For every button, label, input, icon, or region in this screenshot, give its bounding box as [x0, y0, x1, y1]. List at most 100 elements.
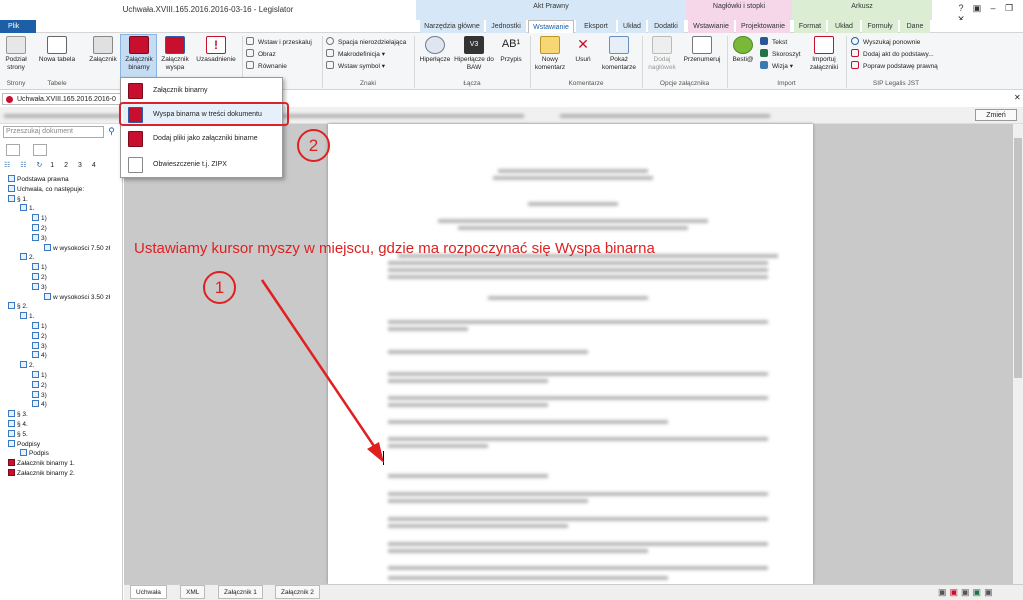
bottom-tab-xml[interactable]: XML: [180, 585, 206, 599]
tab-formuly[interactable]: Formuły: [862, 20, 898, 33]
search-icon[interactable]: ⚲: [105, 126, 118, 138]
ribbon-display-icon[interactable]: ▣: [969, 3, 985, 14]
dodaj-akt-button[interactable]: Dodaj akt do podstawy...: [851, 49, 938, 61]
document-tab[interactable]: Uchwała.XVIII.165.2016.2016-0: [2, 93, 121, 105]
view-pages-icon[interactable]: [33, 144, 47, 156]
tree-item[interactable]: 2): [32, 380, 47, 390]
obraz-button[interactable]: Obraz: [246, 49, 312, 61]
bottom-tab-zalacznik-1[interactable]: Załącznik 1: [218, 585, 263, 599]
help-icon[interactable]: ?: [953, 3, 969, 13]
tree-item[interactable]: Podpis: [20, 449, 49, 458]
rownanie-button[interactable]: Równanie: [246, 61, 312, 73]
zalacznik-binarny-button[interactable]: Załącznik binarny: [121, 36, 157, 72]
dropdown-item-zalacznik-binarny[interactable]: Załącznik binarny: [123, 80, 281, 102]
tree-item[interactable]: 2): [32, 224, 47, 233]
podzial-strony-button[interactable]: Podział strony: [2, 36, 30, 72]
zalacznik-wyspa-button[interactable]: Załącznik wyspa: [158, 36, 192, 72]
tree-item[interactable]: 1): [32, 214, 47, 223]
tree-item[interactable]: 1): [32, 322, 47, 331]
zalacznik-button[interactable]: Załącznik: [86, 36, 120, 64]
level-2[interactable]: 2: [64, 162, 68, 169]
przypis-button[interactable]: AB¹ Przypis: [497, 36, 525, 64]
besti-button[interactable]: Besti@: [730, 36, 756, 64]
dropdown-item-dodaj-pliki[interactable]: Dodaj pliki jako załączniki binarne: [123, 128, 281, 150]
tree-item[interactable]: Uchwala, co następuje:: [8, 184, 84, 194]
tab-narzedzia[interactable]: Narzędzia główne: [420, 20, 484, 33]
tree-item[interactable]: 2.: [20, 361, 34, 370]
level-1[interactable]: 1: [50, 162, 54, 169]
tree-item[interactable]: 4): [32, 400, 47, 409]
wstaw-przeskaluj-button[interactable]: Wstaw i przeskaluj: [246, 37, 312, 49]
tree-item[interactable]: 2): [32, 331, 47, 341]
spacja-button[interactable]: Spacja nierozdzielająca: [326, 37, 406, 49]
popraw-podstawe-button[interactable]: Popraw podstawę prawną: [851, 61, 938, 73]
zmien-button[interactable]: Zmień: [975, 109, 1017, 121]
tree-item[interactable]: w wysokości 7.50 zł: [44, 243, 110, 253]
expand-icon[interactable]: ☷: [4, 162, 10, 169]
tree-item[interactable]: Załacznik binarny 1.: [8, 459, 75, 468]
tekst-button[interactable]: Tekst: [760, 37, 801, 49]
scrollbar-thumb[interactable]: [1014, 138, 1022, 378]
excel-view-icon[interactable]: ▣: [973, 587, 985, 597]
view-outline-icon[interactable]: [6, 144, 20, 156]
tree-item[interactable]: 3): [32, 233, 47, 243]
usun-button[interactable]: ✕ Usuń: [569, 36, 597, 64]
tree-item[interactable]: Podstawa prawna: [8, 175, 69, 184]
refresh-icon[interactable]: ↻: [36, 162, 42, 169]
przenumeruj-button[interactable]: Przenumeruj: [681, 36, 723, 64]
tree-item[interactable]: 1.: [20, 312, 34, 321]
wizja-button[interactable]: Wizja ▾: [760, 61, 801, 73]
tree-item[interactable]: 1): [32, 263, 47, 272]
level-4[interactable]: 4: [92, 162, 96, 169]
tree-item[interactable]: Podpisy: [8, 439, 40, 449]
uzasadnienie-button[interactable]: ! Uzasadnienie: [194, 36, 238, 64]
makrodefinicja-button[interactable]: Makrodefinicja ▾: [326, 49, 406, 61]
tab-jednostki[interactable]: Jednostki: [486, 20, 526, 33]
bottom-tab-zalacznik-2[interactable]: Załącznik 2: [275, 585, 320, 599]
restore-icon[interactable]: ❐: [1001, 3, 1017, 14]
tab-wstawianie[interactable]: Wstawianie: [528, 20, 574, 33]
wyszukaj-ponownie-button[interactable]: Wyszukaj ponownie: [851, 37, 938, 49]
collapse-icon[interactable]: ☷: [20, 162, 26, 169]
tree-item[interactable]: 2): [32, 273, 47, 282]
wstaw-symbol-button[interactable]: Wstaw symbol ▾: [326, 61, 406, 73]
skoroszyt-button[interactable]: Skoroszyt: [760, 49, 801, 61]
tree-item[interactable]: w wysokości 3.50 zł: [44, 292, 110, 302]
view-icon[interactable]: ▣: [938, 587, 950, 597]
tree-item[interactable]: 2.: [20, 253, 34, 262]
view-icon[interactable]: ▣: [961, 587, 973, 597]
tree-item[interactable]: § 1.: [8, 194, 28, 204]
tree-item[interactable]: 1): [32, 371, 47, 380]
dropdown-item-obwieszczenie[interactable]: Obwieszczenie t.j. ZIPX: [123, 154, 281, 176]
level-3[interactable]: 3: [78, 162, 82, 169]
tab-format[interactable]: Format: [794, 20, 826, 33]
tab-projektowanie[interactable]: Projektowanie: [736, 20, 790, 33]
tree-item[interactable]: 3): [32, 282, 47, 292]
dodaj-naglowek-button[interactable]: Dodaj nagłówek: [645, 36, 679, 72]
tree-item[interactable]: § 4.: [8, 420, 28, 429]
tree-item[interactable]: § 5.: [8, 429, 28, 439]
document-page[interactable]: [328, 124, 813, 584]
tab-uklad[interactable]: Układ: [618, 20, 646, 33]
importuj-zalaczniki-button[interactable]: Importuj załączniki: [806, 36, 842, 72]
pdf-icon[interactable]: ▣: [950, 587, 962, 597]
tree-item[interactable]: § 3.: [8, 410, 28, 419]
minimize-icon[interactable]: –: [985, 3, 1001, 13]
vertical-scrollbar[interactable]: [1013, 124, 1023, 584]
tree-item[interactable]: § 2.: [8, 302, 28, 311]
tree-item[interactable]: 4): [32, 351, 47, 360]
tree-item[interactable]: 1.: [20, 204, 34, 213]
tree-item[interactable]: 3): [32, 341, 47, 351]
tab-uklad-arkusz[interactable]: Układ: [828, 20, 860, 33]
search-input[interactable]: Przeszukaj dokument: [3, 126, 104, 138]
tab-file[interactable]: Plik: [0, 20, 36, 33]
tree-item[interactable]: 3): [32, 390, 47, 400]
nowy-komentarz-button[interactable]: Nowy komentarz: [533, 36, 567, 72]
tree-item[interactable]: Załacznik binarny 2.: [8, 469, 75, 478]
nowa-tabela-button[interactable]: Nowa tabela: [36, 36, 78, 64]
view-icon[interactable]: ▣: [984, 587, 996, 597]
hiperlacze-baw-button[interactable]: V3 Hiperłącze do BAW: [454, 36, 494, 72]
tab-eksport[interactable]: Eksport: [576, 20, 616, 33]
tab-dane[interactable]: Dane: [900, 20, 930, 33]
tab-dodatki[interactable]: Dodatki: [648, 20, 684, 33]
